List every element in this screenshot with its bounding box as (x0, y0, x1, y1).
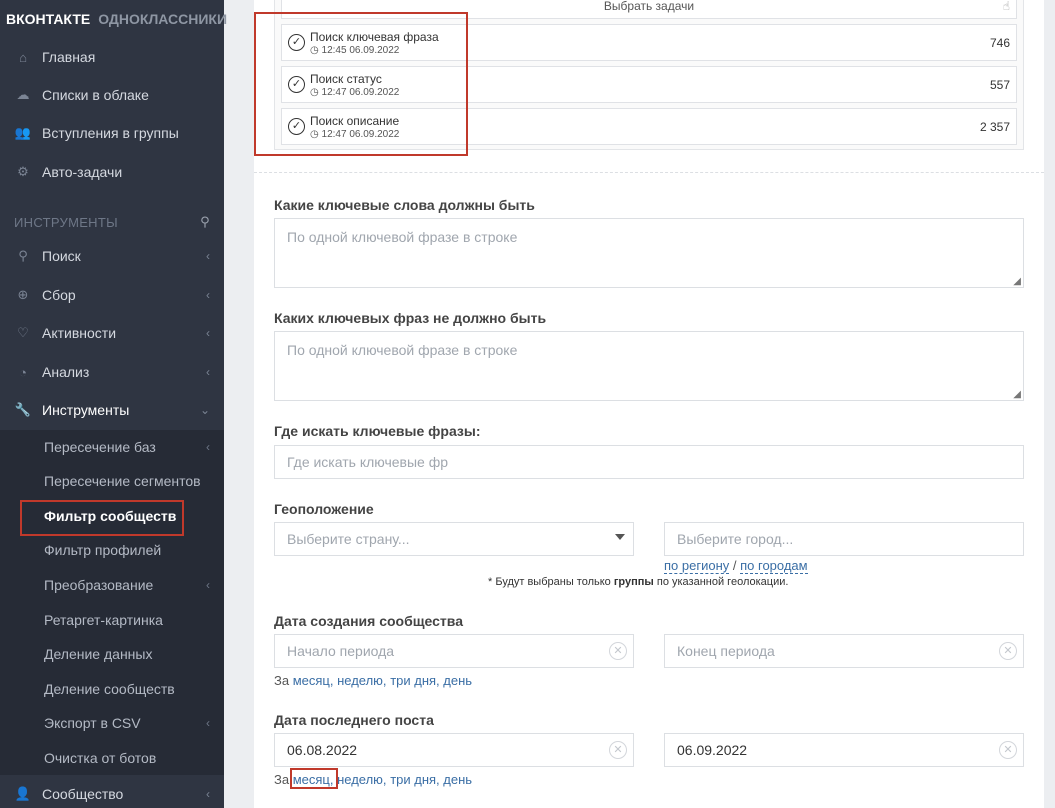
sidebar-item-export-csv[interactable]: Экспорт в CSV ‹ (0, 706, 224, 740)
geo-label: Геоположение (274, 501, 374, 517)
period-month-link[interactable]: месяц, (293, 673, 334, 688)
heart-icon: ♡ (17, 325, 29, 340)
tools-section-title: ИНСТРУМЕНТЫ ⚲ (14, 214, 210, 230)
highlight-box (20, 500, 184, 536)
created-period-links: За месяц, неделю, три дня, день (274, 673, 473, 688)
network-switcher: ВКОНТАКТЕ ОДНОКЛАССНИКИ (0, 0, 227, 38)
zoom-plus-icon: ⊕ (17, 287, 29, 302)
sidebar-item-community-split[interactable]: Деление сообществ (0, 672, 224, 706)
include-keywords-label: Какие ключевые слова должны быть (274, 197, 535, 213)
tools-submenu: Пересечение баз ‹ Пересечение сегментов … (0, 430, 224, 775)
sidebar-item-retarget-image[interactable]: Ретаргет-картинка (0, 603, 224, 637)
sidebar-item-label: Сбор (42, 287, 76, 303)
chevron-left-icon: ‹ (206, 288, 210, 302)
sidebar-item-group-joins[interactable]: 👥 Вступления в группы (0, 114, 224, 152)
city-input[interactable]: Выберите город... (664, 522, 1024, 556)
by-cities-link[interactable]: по городам (740, 558, 808, 574)
chevron-left-icon: ‹ (206, 365, 210, 379)
sidebar-item-label: Главная (42, 49, 96, 65)
period-week-link[interactable]: неделю, (337, 772, 386, 787)
sidebar-item-bot-cleanup[interactable]: Очистка от ботов (0, 741, 224, 775)
chart-icon: ◔ (19, 364, 27, 380)
search-icon[interactable]: ⚲ (200, 214, 210, 230)
period-three-days-link[interactable]: три дня, (390, 673, 439, 688)
sidebar-item-base-intersection[interactable]: Пересечение баз ‹ (0, 430, 224, 464)
main-panel: Выбрать задачи ☝ ✓ Поиск ключевая фраза … (254, 0, 1044, 808)
divider (254, 172, 1044, 173)
last-post-date-label: Дата последнего поста (274, 712, 434, 728)
sidebar-item-label: Списки в облаке (42, 87, 149, 103)
created-date-label: Дата создания сообщества (274, 613, 463, 629)
users-icon: 👥 (14, 125, 32, 140)
sidebar-item-collect[interactable]: ⊕ Сбор ‹ (0, 276, 224, 314)
geo-note: * Будут выбраны только группы по указанн… (488, 576, 789, 588)
task-count: 2 357 (979, 120, 1010, 134)
sidebar-item-label: Авто-задачи (42, 164, 123, 180)
created-end-input[interactable]: Конец периода ✕ (664, 634, 1024, 668)
period-three-days-link[interactable]: три дня, (390, 772, 439, 787)
chevron-left-icon: ‹ (206, 787, 210, 801)
country-select[interactable]: Выберите страну... (274, 522, 634, 556)
sidebar-item-home[interactable]: ⌂ Главная (0, 38, 224, 76)
clear-icon[interactable]: ✕ (999, 642, 1017, 660)
clear-icon[interactable]: ✕ (999, 741, 1017, 759)
sidebar-item-label: Анализ (42, 364, 90, 380)
resize-grip-icon[interactable]: ◢ (1013, 276, 1021, 287)
search-scope-input[interactable]: Где искать ключевые фр (274, 445, 1024, 479)
user-icon: 👤 (14, 786, 32, 801)
chevron-left-icon: ‹ (206, 578, 210, 592)
last-post-end-input[interactable]: 06.09.2022 ✕ (664, 733, 1024, 767)
sidebar-item-community[interactable]: 👤 Сообщество ‹ (0, 775, 224, 808)
period-day-link[interactable]: день (443, 772, 472, 787)
highlight-box (254, 12, 468, 156)
tab-vkontakte[interactable]: ВКОНТАКТЕ (6, 11, 90, 27)
sidebar-item-search[interactable]: ⚲ Поиск ‹ (0, 237, 224, 275)
resize-grip-icon[interactable]: ◢ (1013, 389, 1021, 400)
chevron-left-icon: ‹ (206, 326, 210, 340)
chevron-left-icon: ‹ (206, 249, 210, 263)
sidebar-item-tools[interactable]: 🔧 Инструменты ⌄ (0, 391, 224, 429)
sidebar-item-label: Поиск (42, 248, 81, 264)
exclude-keywords-label: Каких ключевых фраз не должно быть (274, 310, 547, 326)
sidebar-item-data-split[interactable]: Деление данных (0, 637, 224, 671)
period-day-link[interactable]: день (443, 673, 472, 688)
clear-icon[interactable]: ✕ (609, 642, 627, 660)
sidebar-item-label: Активности (42, 325, 117, 341)
wrench-icon: 🔧 (14, 402, 32, 417)
created-start-input[interactable]: Начало периода ✕ (274, 634, 634, 668)
task-count: 557 (989, 78, 1010, 92)
chevron-down-icon: ⌄ (199, 403, 210, 417)
caret-down-icon (615, 534, 625, 540)
geo-mode-links: по региону / по городам (664, 558, 808, 574)
by-region-link[interactable]: по региону (664, 558, 730, 574)
last-post-start-input[interactable]: 06.08.2022 ✕ (274, 733, 634, 767)
exclude-keywords-field[interactable]: По одной ключевой фразе в строке ◢ (274, 331, 1024, 401)
chevron-left-icon: ‹ (206, 440, 210, 454)
sidebar-item-auto-tasks[interactable]: ⚙ Авто-задачи (0, 153, 224, 191)
task-count: 746 (989, 36, 1010, 50)
hand-pointer-icon: ☝ (1002, 0, 1010, 13)
sidebar-item-profile-filter[interactable]: Фильтр профилей (0, 533, 224, 567)
sidebar-item-label: Сообщество (42, 786, 124, 802)
clear-icon[interactable]: ✕ (609, 741, 627, 759)
sidebar-item-activities[interactable]: ♡ Активности ‹ (0, 314, 224, 352)
sidebar-item-label: Инструменты (42, 402, 130, 418)
search-icon: ⚲ (18, 248, 28, 263)
cloud-icon: ☁ (16, 87, 30, 102)
home-icon: ⌂ (19, 49, 27, 65)
sidebar-item-label: Вступления в группы (42, 125, 179, 141)
chevron-left-icon: ‹ (206, 716, 210, 730)
sidebar-item-cloud-lists[interactable]: ☁ Списки в облаке (0, 76, 224, 114)
gears-icon: ⚙ (17, 164, 29, 179)
sidebar-item-transform[interactable]: Преобразование ‹ (0, 568, 224, 602)
tab-odnoklassniki[interactable]: ОДНОКЛАССНИКИ (98, 11, 227, 27)
sidebar-item-segment-intersection[interactable]: Пересечение сегментов (0, 464, 224, 498)
period-week-link[interactable]: неделю, (337, 673, 386, 688)
include-keywords-field[interactable]: По одной ключевой фразе в строке ◢ (274, 218, 1024, 288)
highlight-box (290, 768, 338, 789)
sidebar-item-analysis[interactable]: ◔ Анализ ‹ (0, 353, 224, 391)
sidebar: ВКОНТАКТЕ ОДНОКЛАССНИКИ ⌂ Главная ☁ Спис… (0, 0, 227, 808)
search-scope-label: Где искать ключевые фразы: (274, 423, 481, 439)
